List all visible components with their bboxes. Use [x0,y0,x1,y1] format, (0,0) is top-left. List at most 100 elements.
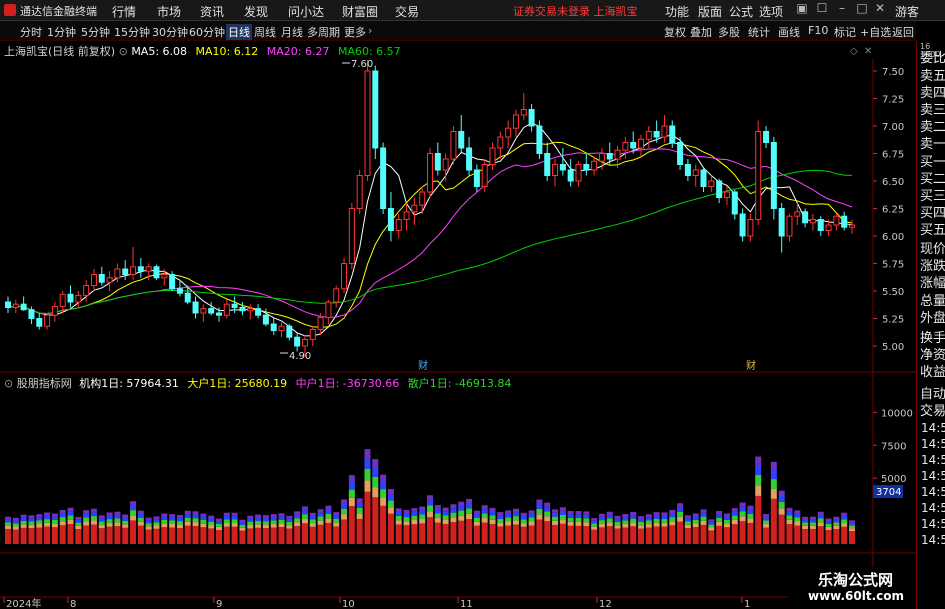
tool-fuquan[interactable]: 复权 [664,24,686,40]
volume-bar-segment [466,513,473,520]
tool-f10[interactable]: F10 [808,24,828,37]
candle-body [184,292,191,303]
minimize-icon[interactable]: – [834,1,850,17]
menu-caifuquan[interactable]: 财富圈 [342,3,378,20]
volume-bar-segment [247,518,254,522]
menu-gongneng[interactable]: 功能 [665,3,689,20]
finance-marker-1[interactable]: 财 [418,359,428,372]
tick-time: 14:56 [921,533,945,547]
menu-banmian[interactable]: 版面 [698,3,722,20]
tool-tongji[interactable]: 统计 [748,24,770,40]
window-icon[interactable]: ☐ [814,1,830,17]
period-monthly[interactable]: 月线 [281,24,303,40]
candle-body [763,131,770,143]
panel-auto[interactable]: 自动 [920,383,945,400]
volume-bar-segment [591,523,598,527]
period-weekly[interactable]: 周线 [254,24,276,40]
volume-bar-segment [286,515,293,519]
volume-bar-segment [575,525,582,544]
menu-hangqing[interactable]: 行情 [112,3,136,20]
tool-biaoji[interactable]: 标记 [834,24,856,40]
volume-bar-segment [669,525,676,544]
volume-bar-segment [520,512,527,516]
period-5min[interactable]: 5分钟 [81,24,110,40]
volume-bar-segment [51,516,58,520]
volume-bar-segment [747,513,754,519]
menu-wenxiaoda[interactable]: 问小达 [288,3,324,20]
menu-faxian[interactable]: 发现 [244,3,268,20]
volume-bar-segment [833,519,840,523]
volume-bar-segment [278,527,285,544]
price-tick-label: 6.00 [882,232,904,243]
more-arrow-icon[interactable]: › [368,24,372,37]
candle-body [98,274,105,283]
tool-huaxian[interactable]: 画线 [778,24,800,40]
volume-bar-segment [184,521,191,526]
tool-duogu[interactable]: 多股 [718,24,740,40]
period-fenshi[interactable]: 分时 [20,24,42,40]
volume-bar-segment [262,515,269,519]
volume-bar-segment [833,529,840,544]
pane-settings-icon[interactable]: ◇ [850,46,858,57]
low-label: 4.90 [289,351,311,362]
volume-bar-segment [239,530,246,544]
volume-bar-segment [411,524,418,544]
period-15min[interactable]: 15分钟 [114,24,150,40]
volume-bar-segment [114,518,121,523]
volume-bar-segment [356,513,363,519]
candle-body [559,164,566,171]
period-more[interactable]: 更多 [344,24,366,40]
volume-bar-segment [333,522,340,527]
volume-bar-segment [512,520,519,525]
volume-bar-segment [598,523,605,528]
volume-bar-segment [794,517,801,522]
close-icon[interactable]: ✕ [872,1,888,17]
volume-bar-segment [809,525,816,529]
kline-chart[interactable]: 7.50 7.25 7.00 6.75 6.50 6.25 6.00 5.75 5.50 5.25… [0,41,916,609]
panel-trade[interactable]: 交易 [920,400,945,417]
candle-body [403,211,410,221]
volume-bar-segment [802,519,809,523]
menu-shichang[interactable]: 市场 [157,3,181,20]
period-multi[interactable]: 多周期 [307,24,340,40]
volume-bar-segment [638,521,644,526]
volume-bar-segment [630,526,637,544]
volume-bar-segment [473,521,480,526]
menu-xuanxiang[interactable]: 选项 [759,3,783,20]
volume-bar-segment [309,512,316,516]
volume-bar-segment [20,527,27,544]
tool-diejia[interactable]: 叠加 [690,24,712,40]
tool-back[interactable]: 返回 [892,24,914,40]
volume-bar-segment [677,516,684,522]
skin-icon[interactable]: ▣ [794,1,810,17]
volume-bar-segment [739,502,746,507]
maximize-icon[interactable]: □ [854,1,870,17]
candle-body [208,308,215,314]
candle-body [419,191,426,206]
tool-add-watchlist[interactable]: +自选 [860,24,891,40]
guest-label[interactable]: 游客 [895,3,919,20]
volume-bar-segment [427,500,433,506]
volume-bar-segment [497,518,504,523]
menu-zixun[interactable]: 资讯 [200,3,224,20]
candle-body [809,219,816,224]
panel-change: 涨跌 [920,259,945,272]
finance-marker-2[interactable]: 财 [746,359,756,372]
volume-bar-segment [255,524,262,528]
pane-close-icon[interactable]: ✕ [864,46,872,57]
volume-bar-segment [176,521,183,525]
period-30min[interactable]: 30分钟 [152,24,188,40]
period-1min[interactable]: 1分钟 [47,24,76,40]
menu-jiaoyi[interactable]: 交易 [395,3,419,20]
volume-bar-segment [169,523,176,528]
volume-bar-segment [536,503,543,509]
volume-bar-segment [638,516,644,519]
volume-bar-segment [169,514,176,518]
volume-bar-segment [278,519,285,524]
period-daily[interactable]: 日线 [226,24,252,40]
volume-bar-segment [20,517,27,521]
menu-gongshi[interactable]: 公式 [729,3,753,20]
candle-body [145,266,152,272]
volume-bar-segment [317,524,324,544]
period-60min[interactable]: 60分钟 [189,24,225,40]
